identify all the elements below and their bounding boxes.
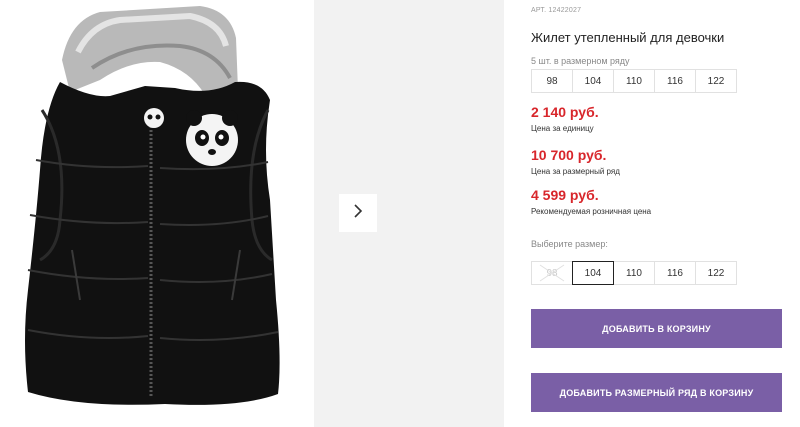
range-price-note: Цена за размерный ряд bbox=[531, 167, 620, 176]
cross-out-icon bbox=[539, 264, 565, 282]
size-option-116[interactable]: 116 bbox=[654, 261, 696, 285]
pack-size: 122 bbox=[695, 69, 737, 93]
article-number: АРТ. 12422027 bbox=[531, 7, 582, 14]
pack-size: 116 bbox=[654, 69, 696, 93]
add-to-cart-button[interactable]: ДОБАВИТЬ В КОРЗИНУ bbox=[531, 309, 782, 348]
unit-price: 2 140 руб. bbox=[531, 104, 599, 120]
chevron-right-icon bbox=[352, 203, 364, 224]
size-option-104[interactable]: 104 bbox=[572, 261, 614, 285]
retail-price-note: Рекомендуемая розничная цена bbox=[531, 207, 652, 216]
pack-size: 98 bbox=[531, 69, 573, 93]
size-selector: 98 104 110 116 122 bbox=[531, 261, 737, 285]
product-info: АРТ. 12422027 Жилет утепленный для девоч… bbox=[531, 0, 783, 427]
pack-size: 110 bbox=[613, 69, 655, 93]
product-gallery bbox=[0, 0, 505, 427]
pack-sizes: 98 104 110 116 122 bbox=[531, 69, 737, 93]
pack-label: 5 шт. в размерном ряду bbox=[531, 56, 630, 66]
pack-size: 104 bbox=[572, 69, 614, 93]
range-price: 10 700 руб. bbox=[531, 147, 607, 163]
add-range-to-cart-button[interactable]: ДОБАВИТЬ РАЗМЕРНЫЙ РЯД В КОРЗИНУ bbox=[531, 373, 782, 412]
product-photo bbox=[0, 0, 312, 427]
size-option-110[interactable]: 110 bbox=[613, 261, 655, 285]
unit-price-note: Цена за единицу bbox=[531, 124, 594, 133]
choose-size-label: Выберите размер: bbox=[531, 239, 608, 249]
next-image-button[interactable] bbox=[339, 194, 377, 232]
product-title: Жилет утепленный для девочки bbox=[531, 30, 725, 45]
size-option-122[interactable]: 122 bbox=[695, 261, 737, 285]
retail-price: 4 599 руб. bbox=[531, 187, 599, 203]
size-option-98: 98 bbox=[531, 261, 573, 285]
